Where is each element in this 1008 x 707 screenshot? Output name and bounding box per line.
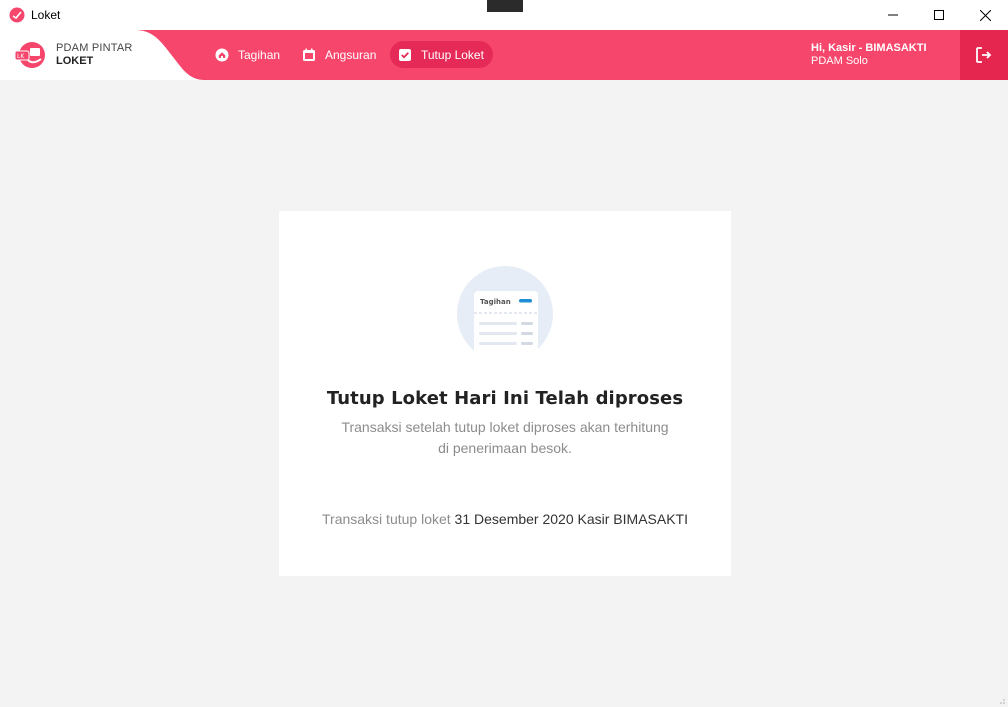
home-icon	[215, 48, 229, 62]
brand-name: PDAM PINTAR	[56, 42, 133, 54]
card-footer: Transaksi tutup loket 31 Desember 2020 K…	[279, 511, 731, 527]
card-title: Tutup Loket Hari Ini Telah diproses	[326, 388, 684, 409]
logout-icon	[976, 47, 992, 63]
nav-tagihan-label: Tagihan	[238, 47, 281, 62]
app-header: LK PDAM PINTAR LOKET Tagihan Angsuran Tu…	[0, 30, 1008, 80]
nav-tutup-loket-label: Tutup Loket	[421, 47, 484, 62]
status-card: Tagihan Tutup Loket Hari Ini Telah dipro…	[279, 211, 731, 576]
drag-handle[interactable]	[487, 0, 523, 12]
close-icon	[979, 9, 991, 21]
maximize-button[interactable]	[916, 0, 962, 30]
close-button[interactable]	[962, 0, 1008, 30]
svg-text:LK: LK	[17, 53, 25, 60]
calendar-icon	[302, 48, 316, 62]
window-title: Loket	[31, 8, 61, 22]
nav-angsuran[interactable]: Angsuran	[294, 41, 386, 68]
minimize-button[interactable]	[870, 0, 916, 30]
brand: LK PDAM PINTAR LOKET	[0, 30, 205, 80]
maximize-icon	[934, 10, 944, 20]
logout-button[interactable]	[960, 30, 1008, 80]
card-description: Transaksi setelah tutup loket diproses a…	[341, 419, 669, 456]
footer-detail: 31 Desember 2020 Kasir BIMASAKTI	[454, 511, 688, 527]
app-icon	[9, 7, 25, 23]
brand-subtitle: LOKET	[56, 55, 94, 67]
user-greeting: Hi, Kasir - BIMASAKTI	[811, 42, 927, 54]
check-square-icon	[398, 48, 412, 62]
user-info: Hi, Kasir - BIMASAKTI PDAM Solo	[811, 42, 927, 67]
receipt-illustration: Tagihan	[457, 266, 553, 351]
window-titlebar: Loket	[0, 0, 1008, 30]
illustration-label: Tagihan	[480, 298, 511, 306]
nav-tutup-loket[interactable]: Tutup Loket	[390, 41, 493, 68]
nav-tagihan[interactable]: Tagihan	[207, 41, 290, 68]
resize-grip[interactable]	[996, 695, 1006, 705]
minimize-icon	[888, 14, 898, 16]
user-organization: PDAM Solo	[811, 55, 868, 67]
nav-angsuran-label: Angsuran	[325, 47, 377, 62]
footer-prefix: Transaksi tutup loket	[322, 511, 451, 527]
loket-logo-icon: LK	[14, 42, 45, 68]
